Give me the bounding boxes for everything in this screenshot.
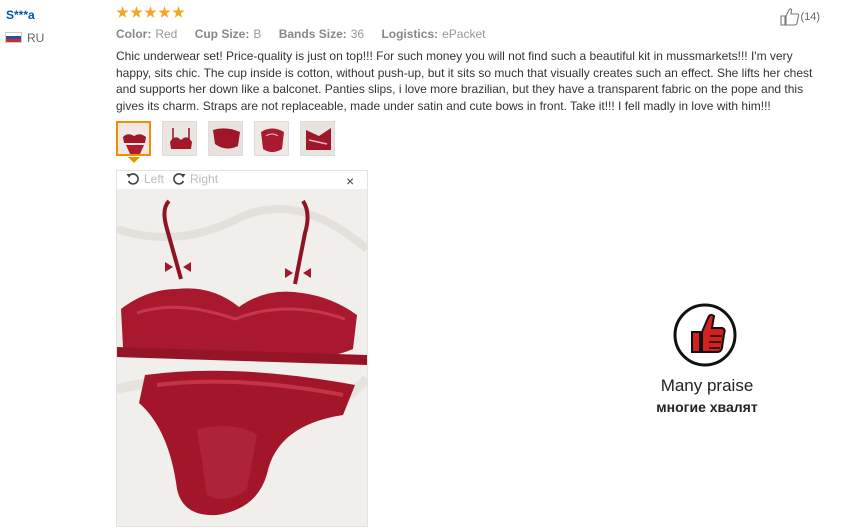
bands-size-value: 36 <box>350 27 365 41</box>
photo-thumbnail[interactable] <box>162 121 197 156</box>
thumbs-up-icon <box>780 8 800 26</box>
close-viewer-button[interactable]: × <box>346 173 354 189</box>
russia-flag-icon <box>5 32 22 43</box>
color-label: Color: <box>116 27 152 41</box>
helpful-count: (14) <box>800 11 820 23</box>
active-thumbnail-indicator <box>128 157 140 163</box>
photo-thumbnails <box>116 121 335 156</box>
thumbs-up-badge-icon <box>672 302 738 373</box>
star-icon <box>144 6 157 18</box>
logistics-value: ePacket <box>442 27 486 41</box>
logistics-label: Logistics: <box>381 27 439 41</box>
reviewer-country: RU <box>27 31 45 45</box>
rotate-right-button[interactable]: Right <box>172 172 218 186</box>
rotate-right-label: Right <box>190 172 219 186</box>
star-icon <box>172 6 185 18</box>
viewer-toolbar: Left Right <box>126 172 226 186</box>
helpful-button[interactable]: (14) <box>780 8 820 26</box>
cup-size-label: Cup Size: <box>194 27 250 41</box>
rotate-right-icon <box>173 173 186 185</box>
photo-thumbnail[interactable] <box>116 121 151 156</box>
photo-thumbnail[interactable] <box>300 121 335 156</box>
many-praise-label-ru: многие хвалят <box>656 399 758 415</box>
rotate-left-label: Left <box>144 172 165 186</box>
star-icon <box>116 6 129 18</box>
star-rating <box>116 6 185 19</box>
review-text: Chic underwear set! Price-quality is jus… <box>116 49 813 113</box>
star-icon <box>130 6 143 18</box>
rotate-left-button[interactable]: Left <box>126 172 164 186</box>
photo-thumbnail[interactable] <box>208 121 243 156</box>
color-value: Red <box>155 27 178 41</box>
bands-size-label: Bands Size: <box>278 27 347 41</box>
reviewer-name[interactable]: S***a <box>6 8 35 22</box>
rotate-left-icon <box>126 173 139 185</box>
star-icon <box>158 6 171 18</box>
review-photo <box>117 189 367 526</box>
photo-thumbnail[interactable] <box>254 121 289 156</box>
order-attributes: Color: Red Cup Size: B Bands Size: 36 Logis… <box>116 27 499 41</box>
many-praise-label: Many praise <box>660 376 754 395</box>
cup-size-value: B <box>253 27 262 41</box>
